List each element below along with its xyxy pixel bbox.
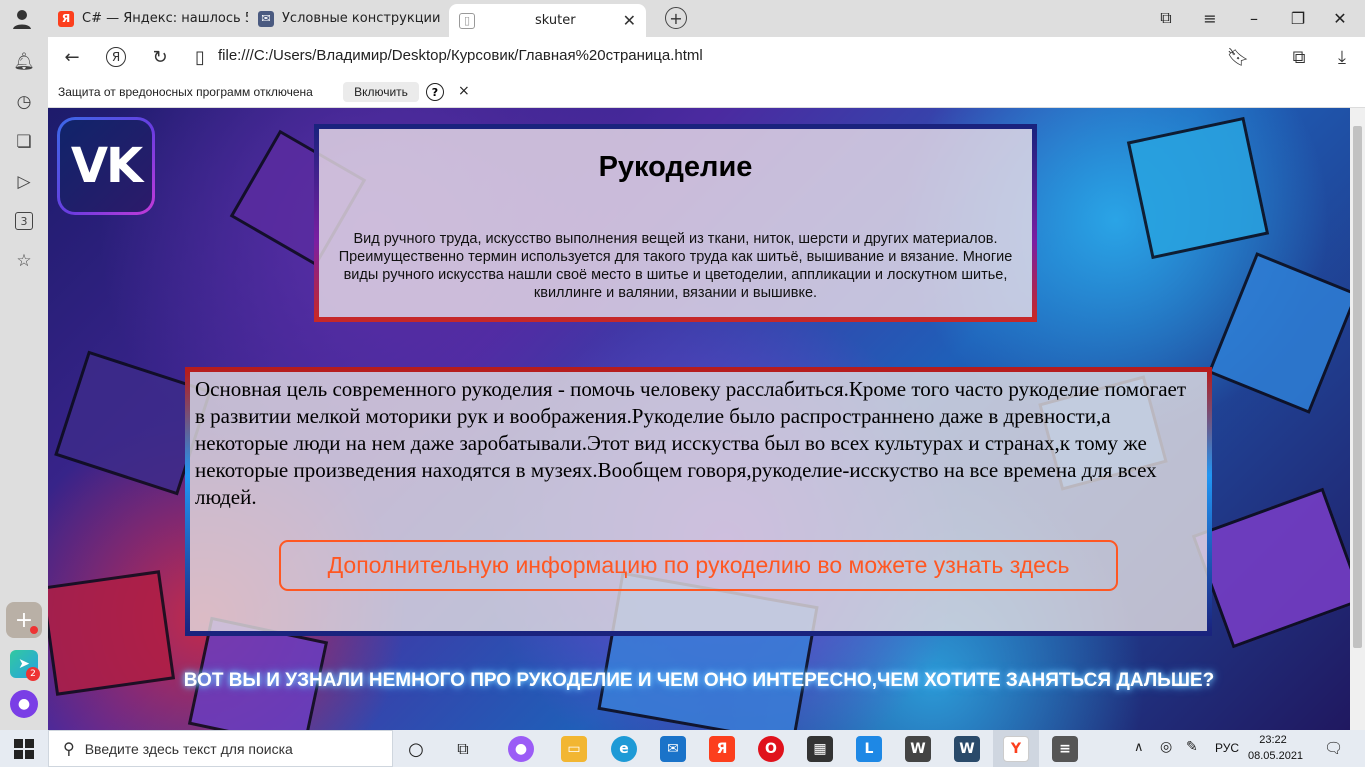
task-view-icon[interactable]: ⧉: [450, 736, 476, 762]
reload-icon[interactable]: ↻: [148, 45, 172, 69]
profile-avatar[interactable]: [8, 6, 36, 32]
yandex-home-icon[interactable]: Я: [104, 45, 128, 69]
more-info-button[interactable]: Дополнительную информацию по рукоделию в…: [279, 540, 1118, 591]
world-of-warships-icon[interactable]: W: [954, 736, 980, 762]
main-text: Основная цель современного рукоделия - п…: [195, 377, 1187, 509]
restore-icon[interactable]: ❐: [1288, 8, 1308, 28]
video-icon[interactable]: ▷: [12, 170, 36, 194]
yandex-icon: Я: [58, 10, 74, 27]
messenger-badge: 2: [26, 667, 40, 681]
search-icon: ⚲: [63, 740, 75, 758]
file-icon: ▯: [459, 12, 475, 29]
chevron-up-icon[interactable]: ∧: [1134, 740, 1144, 755]
world-of-tanks-icon[interactable]: W: [905, 736, 931, 762]
yandex-active-icon[interactable]: Y: [1003, 736, 1029, 762]
intro-box: Рукоделие Вид ручного труда, искусство в…: [314, 124, 1037, 322]
star-icon[interactable]: ☆: [12, 249, 36, 273]
background-shape: [1207, 252, 1350, 414]
notification-dot: [30, 626, 38, 634]
extensions-icon[interactable]: ⧉: [1287, 45, 1311, 69]
page-title: Рукоделие: [598, 151, 753, 183]
file-explorer-icon[interactable]: ▭: [561, 736, 587, 762]
tab-label: skuter: [535, 13, 576, 28]
tab-conditional-constructs[interactable]: ✉ Условные конструкции | С: [258, 4, 440, 33]
mail-icon: ✉: [258, 10, 274, 27]
scrollbar-thumb[interactable]: [1353, 126, 1362, 648]
url-field[interactable]: file:///C:/Users/Владимир/Desktop/Курсов…: [218, 47, 703, 64]
tab-skuter[interactable]: ▯ skuter ✕: [449, 4, 646, 37]
edge-icon[interactable]: e: [611, 736, 637, 762]
tabs-count-icon[interactable]: 3: [12, 209, 36, 233]
help-icon[interactable]: ?: [426, 83, 444, 101]
back-icon[interactable]: ←: [60, 45, 84, 69]
clock-time: 23:22: [1259, 734, 1287, 746]
collections-icon[interactable]: ❏: [12, 130, 36, 154]
main-content-box: Основная цель современного рукоделия - п…: [185, 367, 1212, 636]
bookmark-icon[interactable]: 🔖︎: [1226, 45, 1250, 69]
cortana-icon[interactable]: ○: [403, 736, 429, 762]
menu-icon[interactable]: ≡: [1200, 8, 1220, 28]
bell-icon[interactable]: 🔔︎: [12, 50, 36, 74]
download-icon[interactable]: ⤓: [1330, 45, 1354, 69]
app-icon[interactable]: ≡: [1052, 736, 1078, 762]
enable-protection-button[interactable]: Включить: [343, 82, 419, 102]
vk-icon: VK: [60, 120, 152, 212]
tabs-overview-icon[interactable]: ⧉: [1156, 8, 1176, 28]
user-icon: [13, 10, 31, 29]
background-shape: [1126, 116, 1270, 260]
yandex-browser-icon[interactable]: Я: [709, 736, 735, 762]
background-shape: [1191, 487, 1350, 649]
close-tab-icon[interactable]: ✕: [623, 11, 636, 30]
alice-icon[interactable]: ●: [10, 690, 38, 718]
clock-date: 08.05.2021: [1248, 750, 1304, 762]
history-icon[interactable]: ◷: [12, 90, 36, 114]
search-placeholder: Введите здесь текст для поиска: [84, 740, 293, 757]
close-window-icon[interactable]: ✕: [1330, 8, 1350, 28]
camera-icon[interactable]: ◎: [1160, 739, 1172, 755]
file-icon: ▯: [195, 46, 205, 68]
new-tab-button[interactable]: +: [665, 7, 687, 29]
windows-start-icon[interactable]: [14, 739, 34, 759]
tab-yandex-search[interactable]: Я C# — Яндекс: нашлось 5 м: [58, 4, 248, 33]
store-icon[interactable]: ▦: [807, 736, 833, 762]
taskbar-search-input[interactable]: ⚲ Введите здесь текст для поиска: [48, 730, 393, 767]
input-language[interactable]: РУС: [1215, 741, 1239, 755]
alice-taskbar-icon[interactable]: ●: [508, 736, 534, 762]
mail-app-icon[interactable]: ✉: [660, 736, 686, 762]
pen-icon[interactable]: ✎: [1186, 739, 1198, 755]
system-clock[interactable]: 23:22 08.05.2021: [1248, 732, 1304, 764]
minimize-icon[interactable]: –: [1244, 8, 1264, 28]
launcher-icon[interactable]: L: [856, 736, 882, 762]
vk-logo-link[interactable]: VK: [57, 117, 155, 215]
close-infobar-icon[interactable]: ×: [458, 83, 470, 99]
protection-warning-text: Защита от вредоносных программ отключена: [58, 85, 313, 99]
tab-label: Условные конструкции | С: [282, 11, 440, 26]
opera-icon[interactable]: O: [758, 736, 784, 762]
bottom-heading: ВОТ ВЫ И УЗНАЛИ НЕМНОГО ПРО РУКОДЕЛИЕ И …: [183, 670, 1215, 691]
tabs-count-badge: 3: [15, 212, 33, 230]
tab-label: C# — Яндекс: нашлось 5 м: [82, 11, 248, 26]
notifications-icon[interactable]: 🗨︎: [1324, 739, 1343, 757]
intro-text: Вид ручного труда, искусство выполнения …: [338, 231, 1013, 301]
